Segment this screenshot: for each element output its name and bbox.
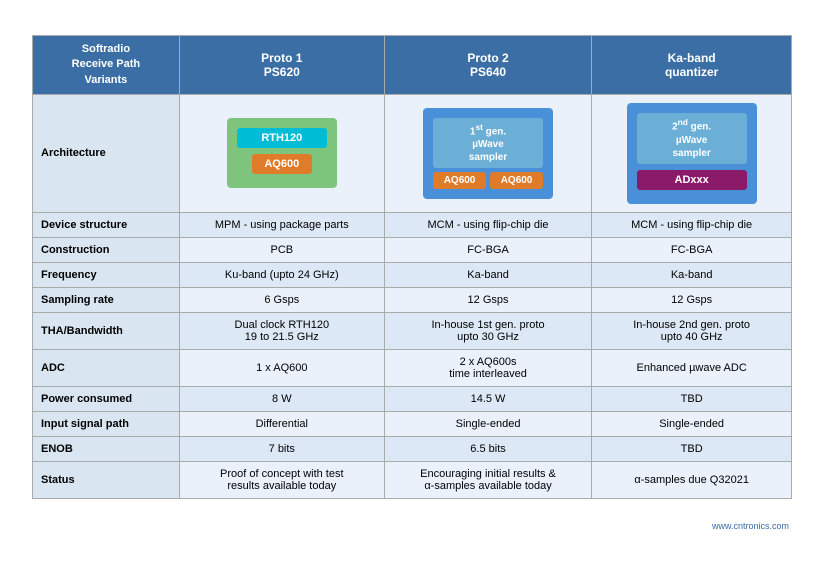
val-device-structure-2: MCM - using flip-chip die xyxy=(384,212,592,237)
header-col0: SoftradioReceive PathVariants xyxy=(33,36,180,95)
label-adc: ADC xyxy=(33,349,180,386)
row-tha-bandwidth: THA/Bandwidth Dual clock RTH120 19 to 21… xyxy=(33,312,792,349)
row-status: Status Proof of concept with test result… xyxy=(33,461,792,498)
val-sampling-rate-3: 12 Gsps xyxy=(592,287,792,312)
val-power-consumed-3: TBD xyxy=(592,386,792,411)
label-device-structure: Device structure xyxy=(33,212,180,237)
val-frequency-2: Ka-band xyxy=(384,262,592,287)
val-adc-1: 1 x AQ600 xyxy=(179,349,384,386)
label-frequency: Frequency xyxy=(33,262,180,287)
label-tha-bandwidth: THA/Bandwidth xyxy=(33,312,180,349)
row-architecture: Architecture RTH120 AQ600 1st gen.µWaves… xyxy=(33,95,792,212)
label-status: Status xyxy=(33,461,180,498)
val-frequency-1: Ku-band (upto 24 GHz) xyxy=(179,262,384,287)
row-power-consumed: Power consumed 8 W 14.5 W TBD xyxy=(33,386,792,411)
row-enob: ENOB 7 bits 6.5 bits TBD xyxy=(33,436,792,461)
label-sampling-rate: Sampling rate xyxy=(33,287,180,312)
val-power-consumed-2: 14.5 W xyxy=(384,386,592,411)
comparison-table: SoftradioReceive PathVariants Proto 1 PS… xyxy=(32,35,792,499)
val-tha-bandwidth-1: Dual clock RTH120 19 to 21.5 GHz xyxy=(179,312,384,349)
val-enob-3: TBD xyxy=(592,436,792,461)
val-adc-2: 2 x AQ600s time interleaved xyxy=(384,349,592,386)
val-enob-2: 6.5 bits xyxy=(384,436,592,461)
row-adc: ADC 1 x AQ600 2 x AQ600s time interleave… xyxy=(33,349,792,386)
val-status-3: α-samples due Q32021 xyxy=(592,461,792,498)
row-sampling-rate: Sampling rate 6 Gsps 12 Gsps 12 Gsps xyxy=(33,287,792,312)
arch-col2: 1st gen.µWavesampler AQ600 AQ600 xyxy=(384,95,592,212)
arch-col3: 2nd gen.µWavesampler ADxxx xyxy=(592,95,792,212)
val-device-structure-3: MCM - using flip-chip die xyxy=(592,212,792,237)
val-sampling-rate-1: 6 Gsps xyxy=(179,287,384,312)
val-input-signal-path-1: Differential xyxy=(179,411,384,436)
val-construction-2: FC-BGA xyxy=(384,237,592,262)
row-device-structure: Device structure MPM - using package par… xyxy=(33,212,792,237)
row-frequency: Frequency Ku-band (upto 24 GHz) Ka-band … xyxy=(33,262,792,287)
label-architecture: Architecture xyxy=(33,95,180,212)
val-status-1: Proof of concept with test results avail… xyxy=(179,461,384,498)
val-device-structure-1: MPM - using package parts xyxy=(179,212,384,237)
val-power-consumed-1: 8 W xyxy=(179,386,384,411)
val-adc-3: Enhanced µwave ADC xyxy=(592,349,792,386)
label-construction: Construction xyxy=(33,237,180,262)
row-input-signal-path: Input signal path Differential Single-en… xyxy=(33,411,792,436)
val-construction-3: FC-BGA xyxy=(592,237,792,262)
row-construction: Construction PCB FC-BGA FC-BGA xyxy=(33,237,792,262)
header-col2: Proto 2 PS640 xyxy=(384,36,592,95)
val-sampling-rate-2: 12 Gsps xyxy=(384,287,592,312)
arch-col1: RTH120 AQ600 xyxy=(179,95,384,212)
val-construction-1: PCB xyxy=(179,237,384,262)
header-col3: Ka-band quantizer xyxy=(592,36,792,95)
label-power-consumed: Power consumed xyxy=(33,386,180,411)
val-input-signal-path-2: Single-ended xyxy=(384,411,592,436)
header-col1: Proto 1 PS620 xyxy=(179,36,384,95)
val-tha-bandwidth-3: In-house 2nd gen. proto upto 40 GHz xyxy=(592,312,792,349)
val-enob-1: 7 bits xyxy=(179,436,384,461)
label-input-signal-path: Input signal path xyxy=(33,411,180,436)
watermark-text: www.cntronics.com xyxy=(30,519,794,533)
label-enob: ENOB xyxy=(33,436,180,461)
val-status-2: Encouraging initial results & α-samples … xyxy=(384,461,592,498)
val-frequency-3: Ka-band xyxy=(592,262,792,287)
val-input-signal-path-3: Single-ended xyxy=(592,411,792,436)
val-tha-bandwidth-2: In-house 1st gen. proto upto 30 GHz xyxy=(384,312,592,349)
